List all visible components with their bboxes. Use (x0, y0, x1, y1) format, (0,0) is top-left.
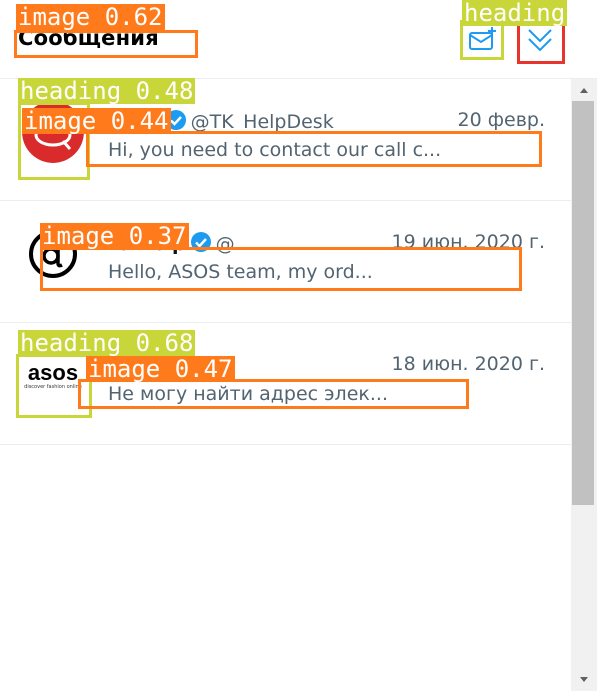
conversation-item[interactable]: to Help @... 19 июн. 2020 г. Hello, ASOS … (0, 201, 571, 323)
conversation-date: 18 июн. 2020 г. (391, 353, 545, 375)
collapse-button[interactable] (520, 20, 560, 60)
page-title: Сообщения (18, 26, 159, 50)
conversation-date: 19 июн. 2020 г. (391, 231, 545, 253)
conversation-item[interactable]: Desk @TK_HelpDesk 20 февр. Hi, you need t… (0, 79, 571, 201)
red-logo-avatar (22, 101, 84, 163)
verified-badge-icon (190, 232, 211, 252)
conversation-item[interactable]: asos discover fashion online et @AS... 18… (0, 323, 571, 445)
scroll-up-button[interactable] (571, 79, 597, 101)
new-message-button[interactable] (462, 20, 502, 60)
messages-header: Сообщения (0, 0, 597, 79)
new-message-envelope-icon (469, 27, 496, 50)
scroll-thumb[interactable] (572, 101, 594, 505)
conversation-name-line: Desk @TK_HelpDesk (108, 109, 334, 133)
message-preview: Hello, ASOS team, my ord... (108, 261, 373, 283)
sender-name: to Help (108, 233, 186, 255)
collapse-chevron-icon (528, 29, 552, 52)
sender-handle: @AS... (159, 355, 223, 377)
asos-logo-avatar: asos discover fashion online (22, 345, 84, 407)
sender-handle: @TK_HelpDesk (190, 111, 334, 133)
sender-name: Desk (108, 111, 161, 133)
message-preview: Не могу найти адрес элек... (108, 383, 388, 405)
scroll-down-button[interactable] (571, 669, 597, 691)
conversation-name-line: to Help @... (108, 231, 253, 255)
verified-badge-icon (165, 110, 186, 130)
conversation-name-line: et @AS... (108, 353, 222, 377)
verified-badge-icon (134, 354, 155, 374)
conversation-date: 20 февр. (457, 109, 545, 131)
sender-handle: @... (215, 233, 253, 255)
asos-logo-subtext: discover fashion online (24, 384, 82, 390)
a-circle-avatar (22, 223, 84, 285)
conversation-list: Desk @TK_HelpDesk 20 февр. Hi, you need t… (0, 79, 571, 445)
scroll-down-arrow-icon (580, 677, 588, 682)
sender-name: et (108, 355, 130, 377)
message-preview: Hi, you need to contact our call c... (108, 139, 442, 161)
vertical-scrollbar[interactable] (571, 79, 597, 691)
asos-logo-text: asos (27, 360, 79, 385)
scroll-up-arrow-icon (580, 88, 588, 93)
